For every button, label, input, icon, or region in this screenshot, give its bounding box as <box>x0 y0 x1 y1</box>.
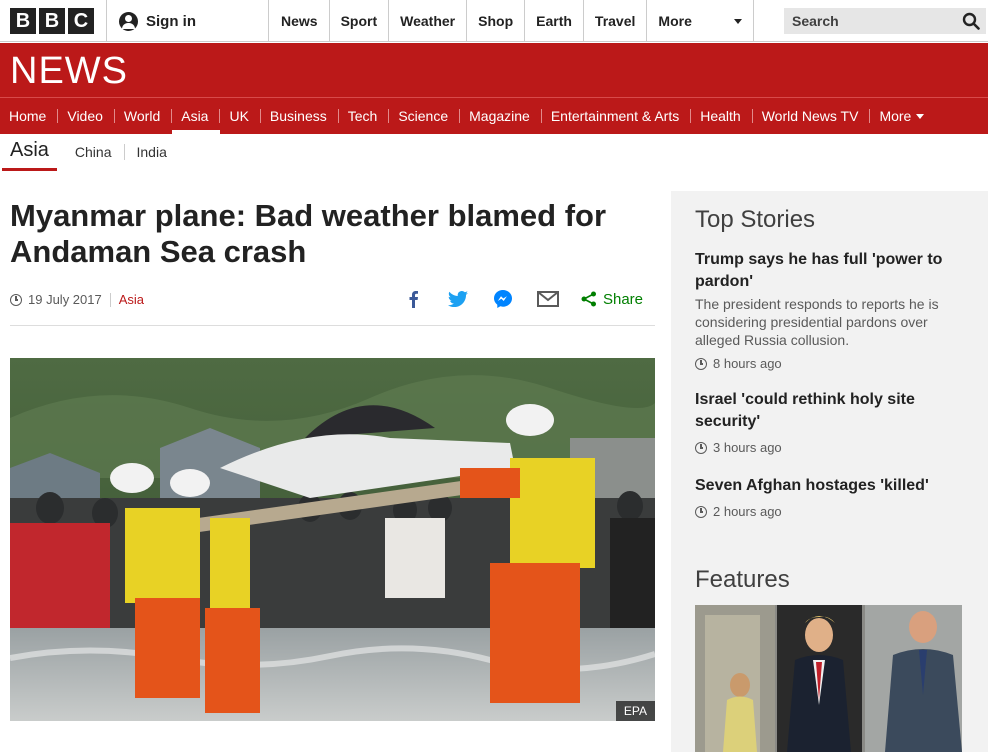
rescue-photo <box>10 358 655 721</box>
news-nav-magazine[interactable]: Magazine <box>459 98 542 134</box>
feature-photo <box>695 605 962 752</box>
sign-in-label: Sign in <box>146 12 196 30</box>
article-section-link[interactable]: Asia <box>119 292 144 307</box>
story-timestamp: 2 hours ago <box>695 504 965 519</box>
chevron-down-icon <box>734 18 743 24</box>
global-nav-travel[interactable]: Travel <box>584 0 648 42</box>
global-nav: News Sport Weather Shop Earth Travel Mor… <box>270 0 755 42</box>
search-input[interactable]: Search <box>784 8 986 34</box>
top-story[interactable]: Trump says he has full 'power to pardon'… <box>695 249 965 371</box>
clock-icon <box>695 505 707 518</box>
global-nav-news[interactable]: News <box>270 0 330 42</box>
top-stories-heading: Top Stories <box>695 206 816 233</box>
facebook-icon[interactable] <box>391 290 436 308</box>
twitter-icon[interactable] <box>436 291 481 307</box>
bbc-logo-letter: C <box>68 8 94 34</box>
news-nav-more[interactable]: More <box>869 98 936 134</box>
story-title[interactable]: Trump says he has full 'power to pardon' <box>695 249 965 293</box>
global-nav-shop[interactable]: Shop <box>467 0 526 42</box>
news-nav-health[interactable]: Health <box>690 98 752 134</box>
share-label: Share <box>602 290 643 308</box>
global-nav-more[interactable]: More <box>647 0 755 42</box>
story-time: 8 hours ago <box>713 356 782 371</box>
news-nav-home[interactable]: Home <box>0 98 58 134</box>
email-icon[interactable] <box>526 291 571 307</box>
search-placeholder: Search <box>792 13 839 29</box>
news-nav-world[interactable]: World <box>113 98 172 134</box>
section-title[interactable]: Asia <box>2 139 57 171</box>
sign-in-link[interactable]: Sign in <box>106 0 269 42</box>
section-link-india[interactable]: India <box>123 144 179 160</box>
global-nav-weather[interactable]: Weather <box>389 0 468 42</box>
news-nav-world-news-tv[interactable]: World News TV <box>751 98 871 134</box>
story-timestamp: 8 hours ago <box>695 356 965 371</box>
clock-icon <box>10 293 22 306</box>
news-nav-tech[interactable]: Tech <box>337 98 390 134</box>
share-button[interactable]: Share <box>581 291 643 308</box>
bbc-logo-letter: B <box>39 8 65 34</box>
news-nav-video[interactable]: Video <box>57 98 115 134</box>
section-nav: Asia China India <box>0 134 988 171</box>
features-heading: Features <box>695 566 790 593</box>
story-timestamp: 3 hours ago <box>695 440 965 455</box>
article-date-row: 19 July 2017 Asia <box>10 292 144 307</box>
article-headline: Myanmar plane: Bad weather blamed for An… <box>10 198 607 269</box>
story-title[interactable]: Israel 'could rethink holy site security… <box>695 389 965 433</box>
share-tools: Share <box>391 286 655 312</box>
news-nav-uk[interactable]: UK <box>219 98 260 134</box>
divider <box>109 292 111 307</box>
bbc-global-bar: B B C Sign in News Sport Weather Shop Ea… <box>0 0 988 42</box>
chevron-down-icon <box>916 113 925 119</box>
news-logo[interactable]: NEWS <box>10 51 128 91</box>
clock-icon <box>695 441 707 454</box>
news-header: NEWS <box>0 43 988 97</box>
news-nav: Home Video World Asia UK Business Tech S… <box>0 97 988 134</box>
bbc-logo-letter: B <box>10 8 36 34</box>
news-nav-asia[interactable]: Asia <box>171 98 221 134</box>
article-meta: 19 July 2017 Asia Share <box>10 286 655 326</box>
story-summary: The president responds to reports he is … <box>695 296 939 348</box>
news-nav-business[interactable]: Business <box>259 98 339 134</box>
news-nav-more-label: More <box>879 108 912 124</box>
global-nav-more-label: More <box>658 13 692 29</box>
sidebar: Top Stories Trump says he has full 'powe… <box>671 191 988 752</box>
article-date: 19 July 2017 <box>28 292 102 307</box>
global-nav-earth[interactable]: Earth <box>525 0 584 42</box>
story-title[interactable]: Seven Afghan hostages 'killed' <box>695 475 965 497</box>
global-nav-sport[interactable]: Sport <box>330 0 390 42</box>
top-story[interactable]: Israel 'could rethink holy site security… <box>695 389 965 455</box>
story-time: 3 hours ago <box>713 440 782 455</box>
news-nav-entertainment-arts[interactable]: Entertainment & Arts <box>540 98 691 134</box>
article-main-image: EPA <box>10 358 655 721</box>
top-story[interactable]: Seven Afghan hostages 'killed' 2 hours a… <box>695 475 965 519</box>
bbc-logo[interactable]: B B C <box>10 8 94 34</box>
clock-icon <box>695 357 707 370</box>
feature-image[interactable] <box>695 605 962 752</box>
story-time: 2 hours ago <box>713 504 782 519</box>
user-icon <box>119 11 138 31</box>
search-icon[interactable] <box>962 12 980 30</box>
section-link-china[interactable]: China <box>63 144 124 160</box>
image-credit: EPA <box>615 701 655 721</box>
share-icon <box>581 291 596 307</box>
messenger-icon[interactable] <box>481 289 526 309</box>
news-nav-science[interactable]: Science <box>388 98 460 134</box>
